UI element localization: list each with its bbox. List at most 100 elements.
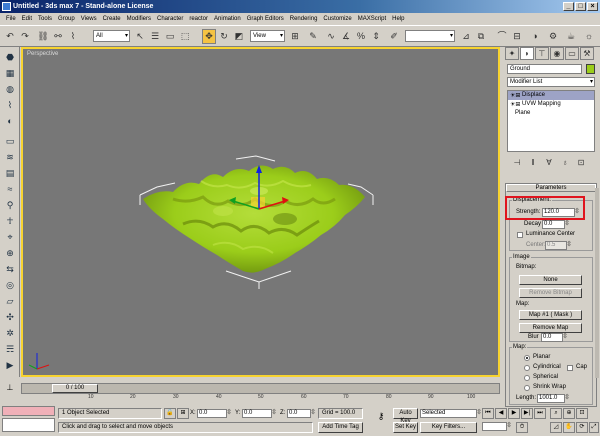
preview-animation-icon[interactable]: ▶ [3,359,17,371]
decay-spinner[interactable]: 0.0 [542,220,570,229]
snap-toggle-icon[interactable]: ∿ [324,29,338,44]
menu-create[interactable]: Create [100,13,124,25]
named-selection-sets-dropdown[interactable] [405,30,455,42]
time-slider[interactable]: 0 / 100 [21,383,500,394]
hinge-icon[interactable]: ⌖ [3,231,17,243]
mirror-icon[interactable]: ⊿ [459,29,473,44]
select-and-move-icon[interactable]: ✥ [202,29,216,44]
modify-tab-icon[interactable]: ◗ [520,47,534,60]
maximize-viewport-icon[interactable]: ⤢ [589,422,599,433]
object-name-field[interactable]: Ground [507,64,582,74]
show-end-result-icon[interactable]: ‖ [527,157,539,169]
pivot-center-icon[interactable]: ⊞ [288,29,302,44]
menu-file[interactable]: File [3,13,19,25]
select-object-icon[interactable]: ↖ [133,29,147,44]
next-frame-icon[interactable]: ▶| [521,408,533,419]
select-and-link-icon[interactable]: ⛓ [36,29,50,44]
absolute-mode-icon[interactable]: ⊞ [177,408,189,419]
menu-customize[interactable]: Customize [320,13,354,25]
time-config-icon[interactable]: ⏱ [516,422,528,433]
go-to-end-icon[interactable]: ⏭ [534,408,546,419]
undo-icon[interactable]: ↶ [3,29,17,44]
wind-icon[interactable]: ☴ [3,343,17,355]
previous-frame-icon[interactable]: ◀ [495,408,507,419]
point-to-point-icon[interactable]: ⊕ [3,247,17,259]
add-time-tag-button[interactable]: Add Time Tag [318,422,363,433]
command-panel-scrollbar[interactable] [595,188,599,378]
z-coordinate-field[interactable]: 0.0 [287,409,316,418]
make-unique-icon[interactable]: ∀ [543,157,555,169]
time-slider-thumb[interactable]: 0 / 100 [52,384,98,393]
toy-car-icon[interactable]: ▱ [3,295,17,307]
key-selection-dropdown[interactable]: Selected [420,409,482,418]
selection-filter-dropdown[interactable]: All [93,30,130,42]
terrain-mesh[interactable] [143,165,365,273]
menu-tools[interactable]: Tools [35,13,55,25]
menu-maxscript[interactable]: MAXScript [355,13,389,25]
center-spinner[interactable]: 0.5 [545,241,572,250]
named-selection-icon[interactable]: ✐ [387,29,401,44]
constraint-solver-icon[interactable]: ⚲ [3,199,17,211]
remove-map-button[interactable]: Remove Map [519,323,582,333]
menu-character[interactable]: Character [154,13,186,25]
modifier-list-dropdown[interactable]: Modifier List [507,77,595,87]
zoom-extents-icon[interactable]: ⊡ [576,408,588,419]
planar-radio[interactable] [524,355,530,361]
configure-modifier-sets-icon[interactable]: ⊡ [575,157,587,169]
utilities-tab-icon[interactable]: ⚒ [580,47,594,60]
percent-snap-icon[interactable]: % [354,29,368,44]
menu-rendering[interactable]: Rendering [287,13,321,25]
reference-coordinate-dropdown[interactable]: View [250,30,285,42]
auto-key-button[interactable]: Auto Key [393,408,418,424]
car-wheel-icon[interactable]: ◎ [3,279,17,291]
menu-group[interactable]: Group [55,13,78,25]
maximize-button[interactable]: □ [575,2,586,11]
material-editor-icon[interactable]: ◑ [528,29,542,44]
ragdoll-icon[interactable]: ☥ [3,215,17,227]
cylindrical-radio[interactable] [524,365,530,371]
angle-snap-icon[interactable]: ∡ [339,29,353,44]
remove-modifier-icon[interactable]: ♁ [559,157,571,169]
blur-spinner[interactable]: 0.0 [541,333,568,342]
rope-collection-icon[interactable]: ⌇ [3,99,17,111]
select-by-name-icon[interactable]: ☰ [148,29,162,44]
track-bar[interactable]: 10 20 30 40 50 60 70 80 90 100 [21,394,500,402]
soft-body-collection-icon[interactable]: ◍ [3,83,17,95]
zoom-all-icon[interactable]: ⊕ [563,408,575,419]
go-to-start-icon[interactable]: ⏮ [482,408,494,419]
create-tab-icon[interactable]: ✦ [505,47,519,60]
menu-help[interactable]: Help [389,13,407,25]
arc-rotate-icon[interactable]: ⟳ [576,422,588,433]
spherical-radio[interactable] [524,375,530,381]
y-coordinate-field[interactable]: 0.0 [242,409,277,418]
viewport-label[interactable]: Perspective [27,51,58,57]
menu-reactor[interactable]: reactor [186,13,211,25]
fan-icon[interactable]: ✣ [3,311,17,323]
select-and-manipulate-icon[interactable]: ✎ [306,29,320,44]
plane-icon[interactable]: ▭ [3,135,17,147]
rectangular-selection-icon[interactable]: ▭ [163,29,177,44]
key-filters-button[interactable]: Key Filters... [420,422,477,433]
x-coordinate-field[interactable]: 0.0 [197,409,232,418]
close-button[interactable]: × [587,2,598,11]
cloth-collection-icon[interactable]: ▦ [3,67,17,79]
unlink-icon[interactable]: ⚯ [51,29,65,44]
mini-curve-editor-toggle-icon[interactable]: ⊥ [0,383,20,394]
redo-icon[interactable]: ↷ [18,29,32,44]
water-icon[interactable]: ≈ [3,183,17,195]
window-crossing-icon[interactable]: ⬚ [178,29,192,44]
menu-edit[interactable]: Edit [19,13,35,25]
motion-tab-icon[interactable]: ◉ [550,47,564,60]
maxscript-listener-output[interactable] [2,418,55,432]
remove-bitmap-button[interactable]: Remove Bitmap [519,288,582,298]
menu-views[interactable]: Views [78,13,100,25]
lock-selection-icon[interactable]: 🔒 [164,408,176,419]
align-icon[interactable]: ⧉ [474,29,488,44]
stack-item-plane[interactable]: Plane [508,109,594,118]
stack-item-uvw-mapping[interactable]: ☀⊞ UVW Mapping [508,100,594,109]
menu-modifiers[interactable]: Modifiers [124,13,154,25]
curve-editor-icon[interactable]: ⌒ [495,29,509,44]
schematic-view-icon[interactable]: ⊟ [510,29,524,44]
bind-space-warp-icon[interactable]: ⌇ [66,29,80,44]
cap-checkbox[interactable] [567,365,573,371]
